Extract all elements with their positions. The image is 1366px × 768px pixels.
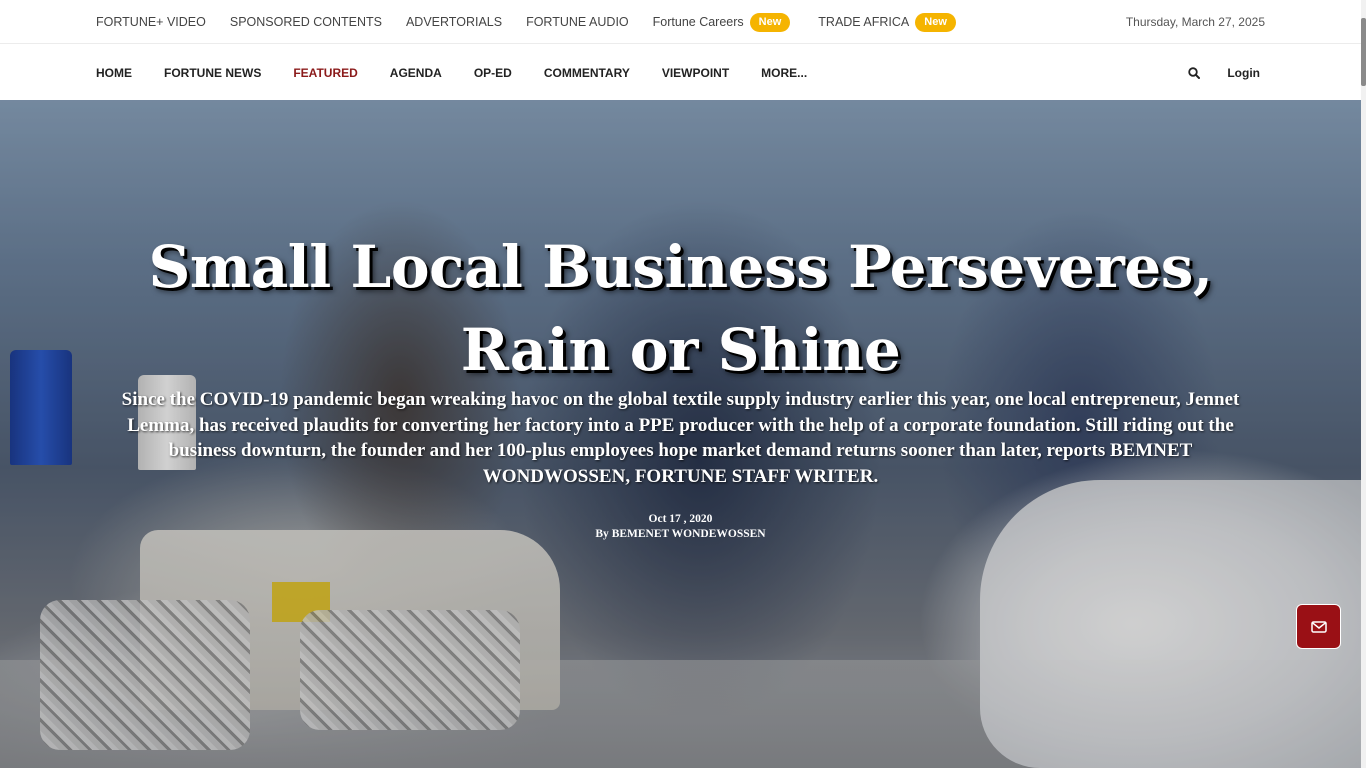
nav-item-more[interactable]: MORE... [761,66,807,80]
nav-actions: Login [1187,45,1260,100]
top-link-label: ADVERTORIALS [405,15,503,29]
nav-menu: HOME FORTUNE NEWS FEATURED AGENDA OP-ED … [96,45,807,100]
article-byline: By BEMENET WONDEWOSSEN [0,528,1361,540]
hero-content: Small Local Business Perseveres, Rain or… [0,100,1361,768]
newsletter-button[interactable] [1296,604,1341,649]
nav-item-home[interactable]: HOME [96,66,132,80]
article-title[interactable]: Small Local Business Perseveres, Rain or… [100,226,1261,392]
nav-item-commentary[interactable]: COMMENTARY [544,66,630,80]
nav-item-op-ed[interactable]: OP-ED [474,66,512,80]
top-link-fortune-careers[interactable]: Fortune Careers New [652,12,791,32]
top-link-trade-africa[interactable]: TRADE AFRICA New [818,12,956,32]
new-badge: New [749,12,791,32]
nav-item-viewpoint[interactable]: VIEWPOINT [662,66,729,80]
top-utility-bar: FORTUNE+ VIDEO SPONSORED CONTENTS ADVERT… [0,0,1361,44]
top-link-sponsored-contents[interactable]: SPONSORED CONTENTS [230,15,382,29]
new-badge: New [915,12,956,32]
search-icon[interactable] [1187,66,1201,80]
top-link-label: TRADE AFRICA [818,15,910,29]
envelope-icon [1310,620,1327,633]
article-excerpt: Since the COVID-19 pandemic began wreaki… [121,389,1240,487]
current-date: Thursday, March 27, 2025 [1125,15,1265,29]
top-link-label: SPONSORED CONTENTS [229,15,382,29]
byline-prefix: By [595,528,609,540]
top-link-label: Fortune Careers [652,15,744,29]
login-link[interactable]: Login [1227,66,1260,80]
top-link-label: FORTUNE AUDIO [526,15,629,29]
nav-item-fortune-news[interactable]: FORTUNE NEWS [164,66,261,80]
top-link-advertorials[interactable]: ADVERTORIALS [406,15,502,29]
featured-hero[interactable]: Small Local Business Perseveres, Rain or… [0,100,1361,768]
nav-item-agenda[interactable]: AGENDA [390,66,442,80]
top-link-label: FORTUNE+ VIDEO [96,15,206,29]
author-name[interactable]: BEMENET WONDEWOSSEN [612,528,766,540]
article-date: Oct 17 , 2020 [648,513,713,525]
nav-item-featured[interactable]: FEATURED [293,66,357,80]
top-links: FORTUNE+ VIDEO SPONSORED CONTENTS ADVERT… [96,0,956,44]
page-scrollbar[interactable] [1361,0,1366,768]
main-navigation: HOME FORTUNE NEWS FEATURED AGENDA OP-ED … [0,45,1361,100]
top-link-fortune-audio[interactable]: FORTUNE AUDIO [526,15,629,29]
scrollbar-thumb[interactable] [1361,18,1366,86]
top-link-fortune-video[interactable]: FORTUNE+ VIDEO [96,15,206,29]
